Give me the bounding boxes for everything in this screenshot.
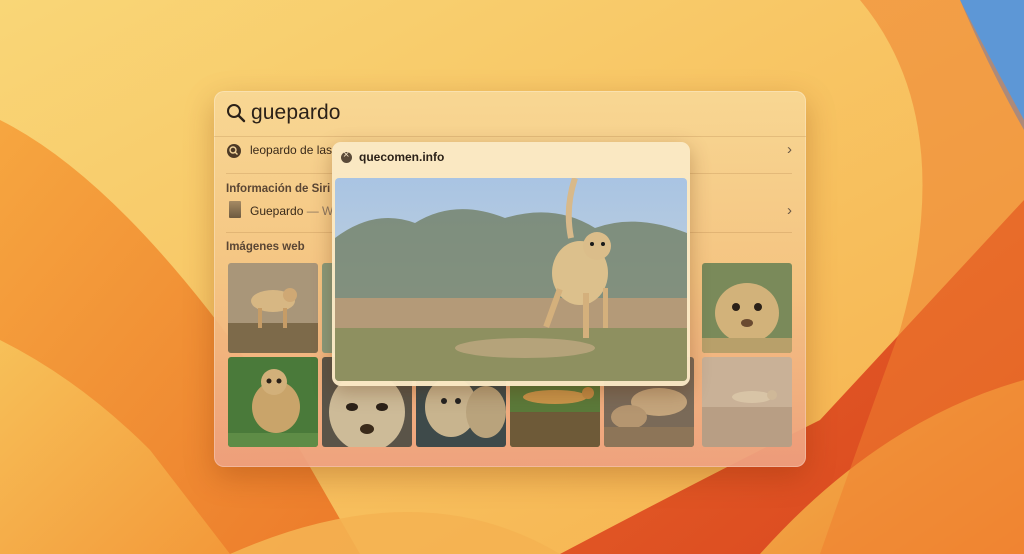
web-image[interactable] [228,357,318,447]
preview-source[interactable]: quecomen.info [359,150,444,164]
web-images-title: Imágenes web [226,241,305,253]
search-icon [227,104,246,123]
close-icon[interactable] [341,149,352,163]
siri-result-subtitle: — W [306,204,334,218]
chevron-right-icon: › [787,202,792,219]
chevron-right-icon: › [787,141,792,158]
suggestion-text: leopardo de las [250,143,333,157]
siri-result-title: Guepardo [250,204,304,218]
web-image[interactable] [702,357,792,447]
image-preview-popover: quecomen.info [332,142,690,386]
preview-image[interactable] [335,178,687,381]
siri-thumbnail [229,201,241,218]
siri-result-text: Guepardo — W [250,204,333,218]
web-image[interactable] [228,263,318,353]
siri-section-title: Información de Siri [226,183,331,195]
web-image[interactable] [702,263,792,353]
search-input[interactable]: guepardo [251,101,341,125]
magnifier-suggestion-icon [227,144,241,158]
search-bar[interactable]: guepardo [214,91,806,137]
